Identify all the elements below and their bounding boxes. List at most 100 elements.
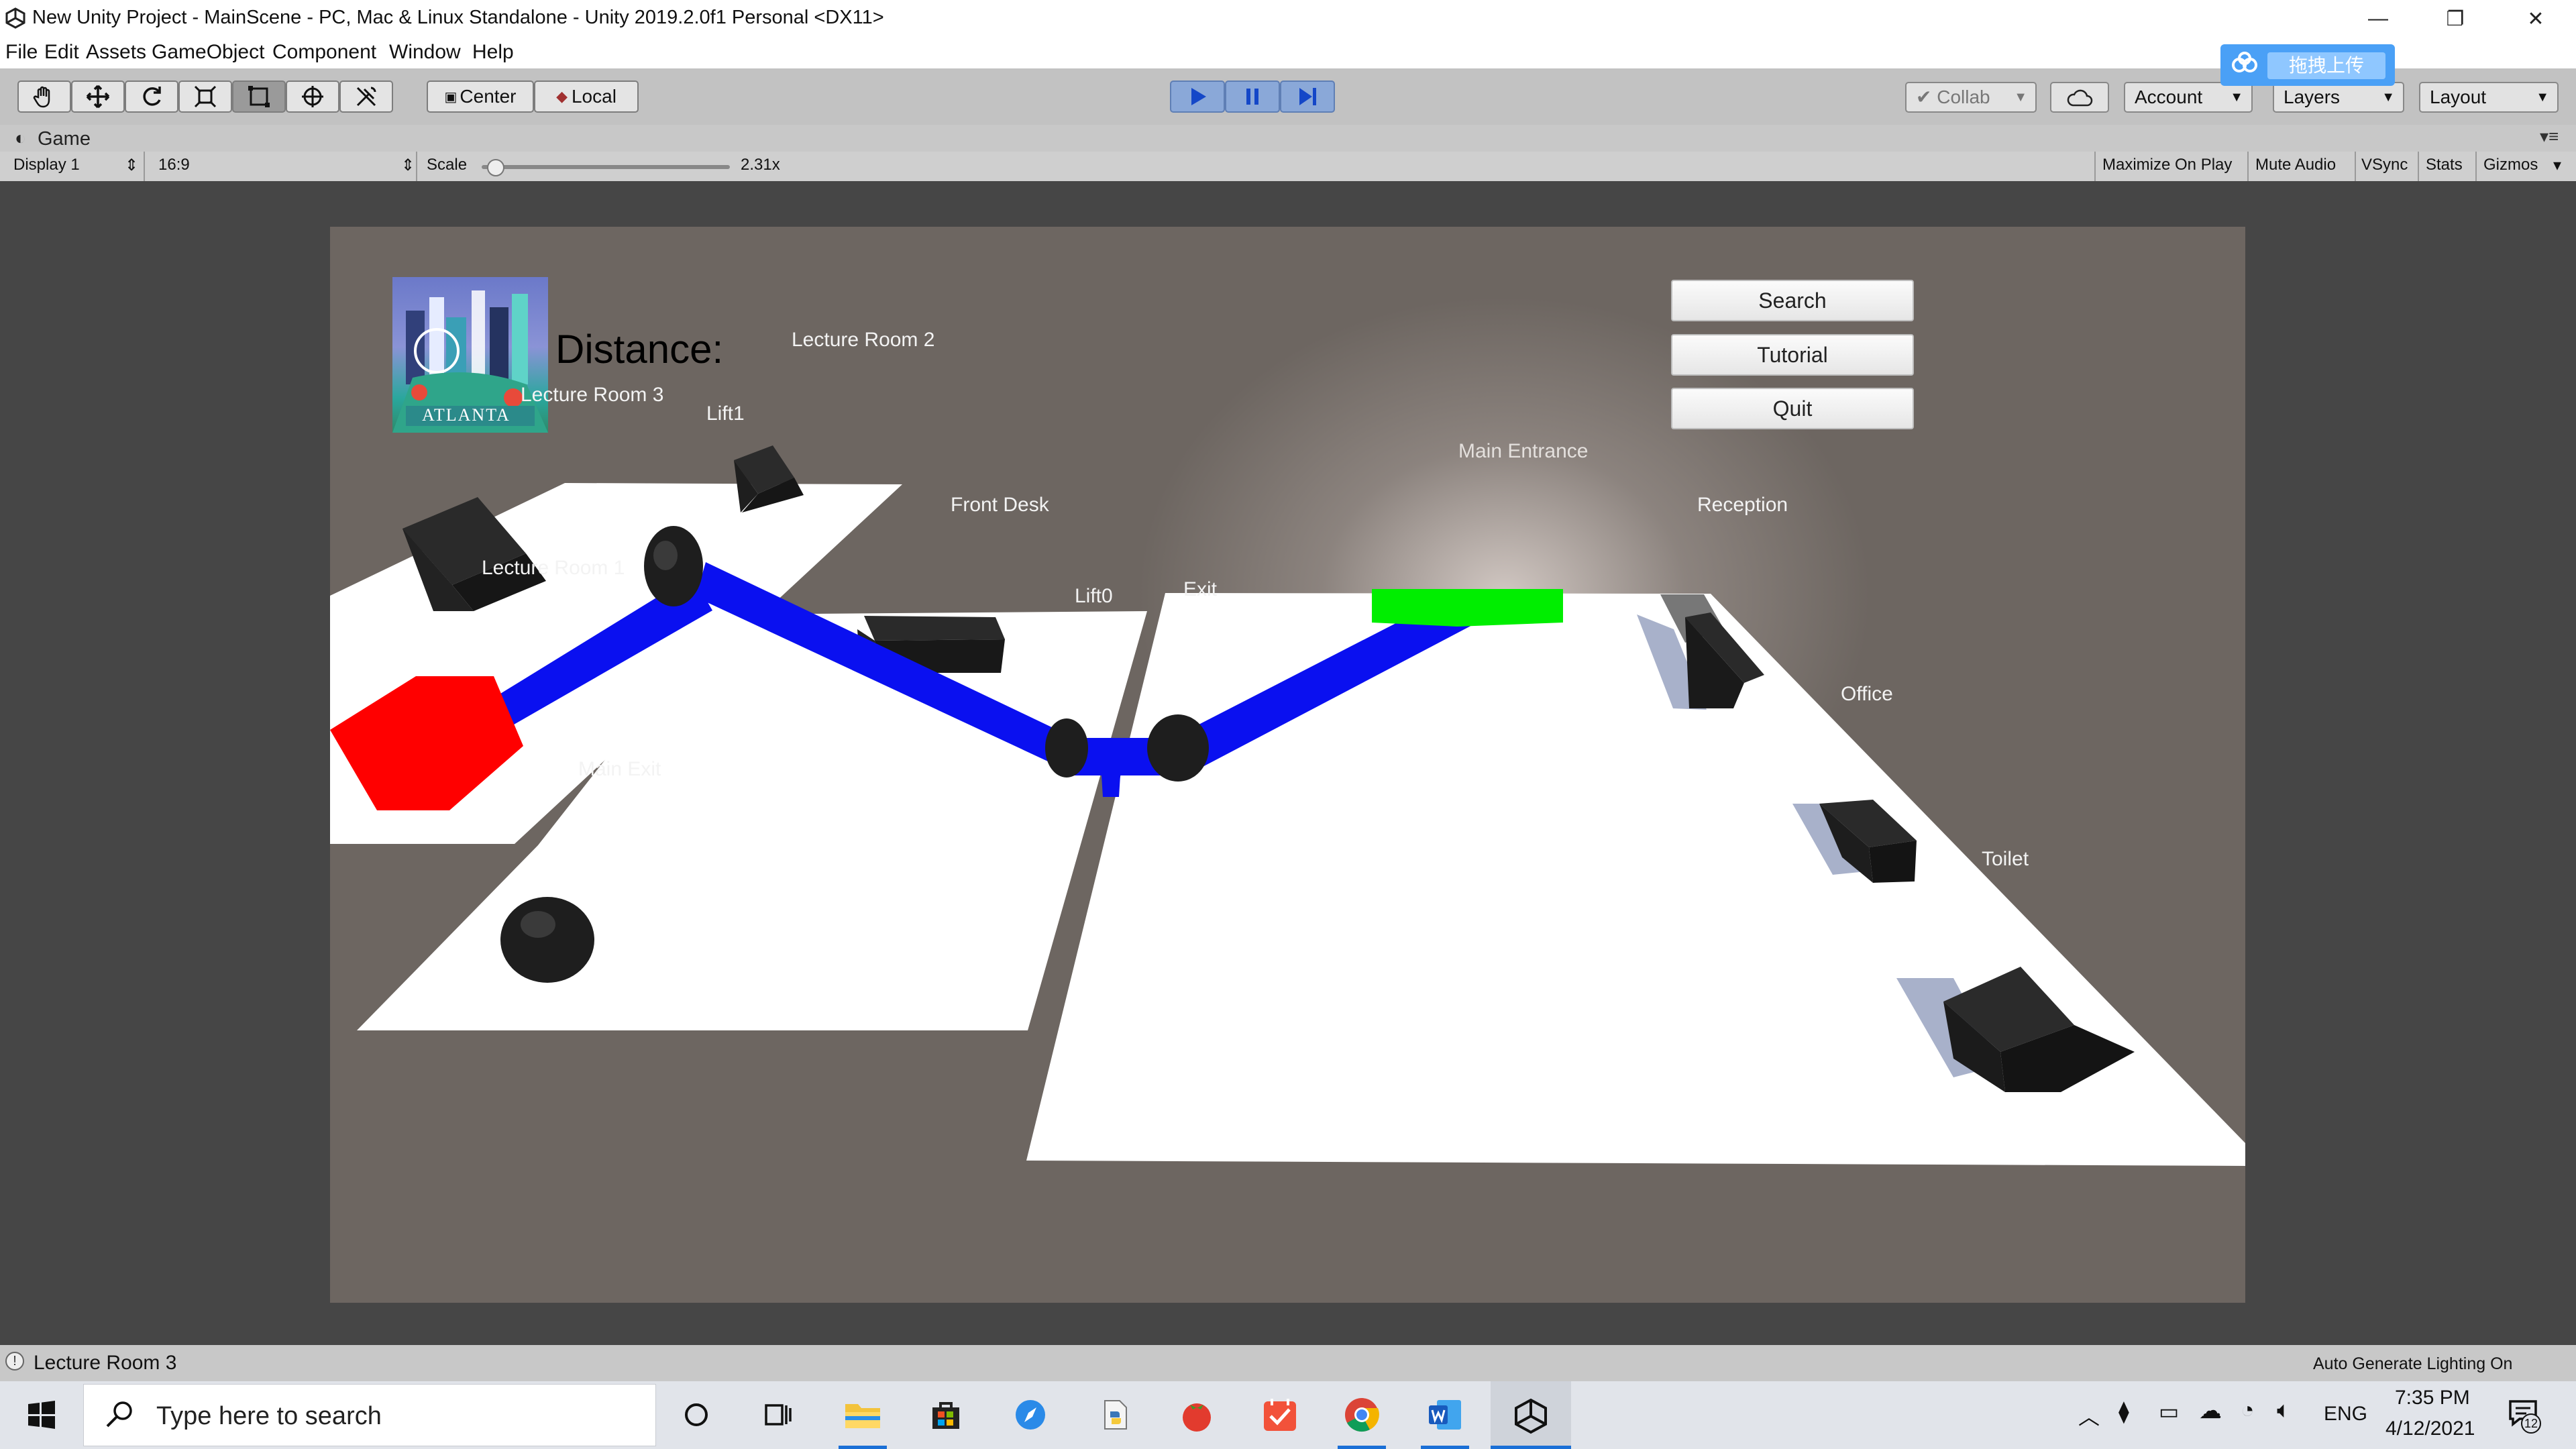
notification-button[interactable]: 12: [2506, 1396, 2541, 1434]
game-tab-label[interactable]: Game: [38, 128, 91, 150]
menu-window[interactable]: Window: [389, 41, 461, 64]
menu-edit[interactable]: Edit: [44, 41, 79, 64]
lighting-status[interactable]: Auto Generate Lighting On: [2313, 1354, 2512, 1374]
search-button[interactable]: Search: [1671, 280, 1914, 321]
transform-tool-button[interactable]: [286, 80, 339, 113]
scale-icon: [194, 85, 217, 108]
label-exit: Exit: [1183, 578, 1218, 600]
menu-help[interactable]: Help: [472, 41, 514, 64]
gizmos-dropdown[interactable]: Gizmos: [2483, 156, 2538, 174]
chrome-icon: [1345, 1398, 1379, 1432]
word-app[interactable]: [1421, 1391, 1469, 1439]
pause-icon: [1246, 89, 1258, 105]
quit-button[interactable]: Quit: [1671, 388, 1914, 429]
taskbar-search-box[interactable]: Type here to search: [83, 1384, 656, 1446]
calendar-app[interactable]: [1256, 1391, 1304, 1439]
gizmos-arrow-icon[interactable]: ▾: [2553, 156, 2561, 175]
label-lecture-room-1: Lecture Room 1: [482, 557, 625, 579]
local-label: Local: [571, 86, 616, 107]
volume-icon[interactable]: 🔈︎: [2277, 1397, 2290, 1424]
file-explorer-app[interactable]: [839, 1391, 887, 1439]
clock-time[interactable]: 7:35 PM: [2395, 1387, 2470, 1409]
wrench-icon: [356, 87, 376, 107]
chevron-up-icon[interactable]: ︿: [2078, 1400, 2100, 1431]
restore-button[interactable]: ❐: [2418, 0, 2492, 38]
node-sphere: [500, 897, 594, 983]
step-button[interactable]: [1280, 80, 1335, 113]
unity-app-active[interactable]: [1491, 1381, 1571, 1449]
custom-tool-button[interactable]: [339, 80, 393, 113]
scale-slider-thumb[interactable]: [486, 159, 504, 176]
rotate-tool-button[interactable]: [125, 80, 178, 113]
chrome-app[interactable]: [1338, 1391, 1386, 1439]
tomato-app[interactable]: [1173, 1391, 1221, 1439]
cloud-button[interactable]: [2050, 82, 2109, 113]
vsync-toggle[interactable]: VSync: [2361, 156, 2408, 174]
menu-file[interactable]: File: [5, 41, 38, 64]
minimize-button[interactable]: —: [2341, 0, 2415, 38]
menu-bar: File Edit Assets GameObject Component Wi…: [0, 38, 2576, 68]
aspect-dropdown[interactable]: 16:9: [158, 156, 190, 174]
language-indicator[interactable]: ENG: [2324, 1403, 2367, 1426]
cortana-button[interactable]: [672, 1391, 720, 1439]
scale-value: 2.31x: [741, 156, 780, 174]
label-office: Office: [1841, 683, 1893, 705]
layers-dropdown[interactable]: Layers ▼: [2273, 82, 2404, 113]
rect-tool-icon: [248, 86, 270, 107]
stats-toggle[interactable]: Stats: [2426, 156, 2463, 174]
scale-slider[interactable]: [482, 159, 730, 176]
wifi-icon[interactable]: ◔: [2241, 1397, 2255, 1424]
layout-dropdown[interactable]: Layout ▼: [2419, 82, 2559, 113]
display-dropdown[interactable]: Display 1: [13, 156, 80, 174]
account-dropdown[interactable]: Account ▼: [2124, 82, 2253, 113]
app-active-indicator: [1491, 1446, 1571, 1449]
rect-tool-button[interactable]: [232, 80, 286, 113]
window-title: New Unity Project - MainScene - PC, Mac …: [32, 7, 884, 28]
store-app[interactable]: [922, 1391, 970, 1439]
cloud-sync-icon[interactable]: ☁: [2199, 1397, 2222, 1424]
battery-icon[interactable]: ▭: [2159, 1399, 2179, 1424]
notification-count: 12: [2521, 1413, 2541, 1434]
browser-app[interactable]: [1006, 1391, 1055, 1439]
hand-icon: [33, 86, 50, 108]
menu-component[interactable]: Component: [272, 41, 376, 64]
label-main-exit: Main Exit: [578, 758, 661, 780]
game-render-area[interactable]: ATLANTA Distance: Lecture Room 2 Lecture…: [330, 227, 2245, 1303]
label-toilet: Toilet: [1982, 848, 2029, 870]
python-app[interactable]: [1091, 1391, 1139, 1439]
collab-dropdown[interactable]: ✔ Collab ▼: [1905, 82, 2037, 113]
label-lift0: Lift0: [1075, 585, 1113, 607]
pivot-center-button[interactable]: ▣ Center: [427, 80, 534, 113]
play-icon: [1191, 88, 1206, 105]
pause-button[interactable]: [1225, 80, 1280, 113]
dropbox-icon[interactable]: ⧫: [2118, 1399, 2129, 1424]
mute-audio-toggle[interactable]: Mute Audio: [2255, 156, 2336, 174]
sphere-highlight: [521, 911, 555, 938]
scale-tool-button[interactable]: [178, 80, 232, 113]
hand-tool-button[interactable]: [17, 80, 71, 113]
pivot-local-button[interactable]: ◆ Local: [534, 80, 639, 113]
task-view-icon: [765, 1404, 792, 1426]
logo-text: ATLANTA: [422, 405, 511, 425]
clock-date[interactable]: 4/12/2021: [2385, 1417, 2475, 1440]
divider: [2475, 152, 2477, 181]
divider: [416, 152, 417, 181]
menu-gameobject[interactable]: GameObject: [152, 41, 264, 64]
divider: [144, 152, 145, 181]
close-button[interactable]: ✕: [2499, 0, 2573, 38]
status-message[interactable]: Lecture Room 3: [34, 1352, 176, 1375]
atlanta-logo: ATLANTA: [392, 277, 548, 433]
maximize-on-play-toggle[interactable]: Maximize On Play: [2102, 156, 2232, 174]
play-button[interactable]: [1170, 80, 1225, 113]
menu-assets[interactable]: Assets: [86, 41, 146, 64]
start-button[interactable]: [17, 1391, 66, 1439]
tab-menu-icon[interactable]: ▾≡: [2540, 126, 2559, 147]
move-tool-button[interactable]: [71, 80, 125, 113]
unity-logo-icon: [5, 7, 25, 29]
upload-popup[interactable]: 拖拽上传: [2220, 44, 2395, 86]
tomato-icon: [1183, 1403, 1211, 1432]
tutorial-button[interactable]: Tutorial: [1671, 334, 1914, 376]
task-view-button[interactable]: [754, 1391, 802, 1439]
main-toolbar: ▣ Center ◆ Local ✔ Collab ▼ Account ▼ Layers…: [0, 68, 2576, 125]
cortana-icon: [685, 1403, 708, 1426]
